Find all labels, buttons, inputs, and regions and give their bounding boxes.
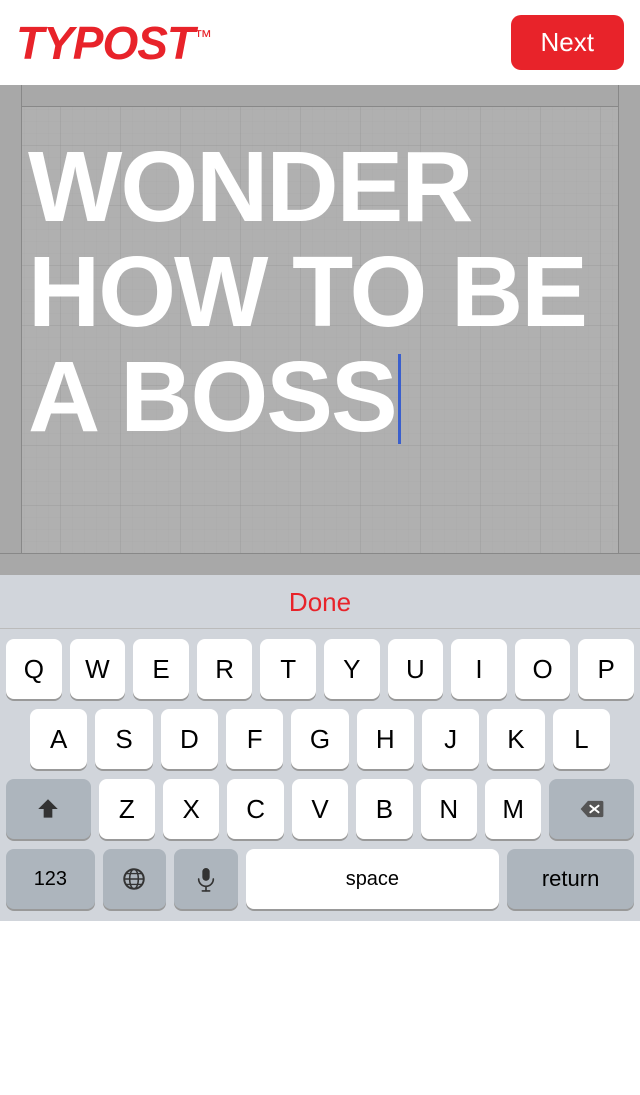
editor-text[interactable]: WONDER HOW TO BE A BOSS — [28, 135, 612, 450]
key-i[interactable]: I — [451, 639, 507, 699]
app-logo: TYPOST™ — [16, 16, 211, 70]
shift-icon — [35, 796, 61, 822]
key-shift[interactable] — [6, 779, 91, 839]
keyboard-row-4: 123 space return — [0, 849, 640, 909]
logo-tm: ™ — [194, 26, 211, 46]
keyboard-row-1: Q W E R T Y U I O P — [0, 639, 640, 699]
key-c[interactable]: C — [227, 779, 283, 839]
ruler-right — [618, 85, 640, 575]
key-s[interactable]: S — [95, 709, 152, 769]
keyboard-row-3: Z X C V B N M — [0, 779, 640, 839]
key-o[interactable]: O — [515, 639, 571, 699]
key-delete[interactable] — [549, 779, 634, 839]
text-line-2: HOW TO BE — [28, 240, 612, 345]
key-y[interactable]: Y — [324, 639, 380, 699]
text-line-3-content: A BOSS — [28, 341, 396, 453]
next-button[interactable]: Next — [511, 15, 624, 70]
text-line-1: WONDER — [28, 135, 612, 240]
key-h[interactable]: H — [357, 709, 414, 769]
done-button[interactable]: Done — [289, 587, 351, 618]
key-m[interactable]: M — [485, 779, 541, 839]
key-z[interactable]: Z — [99, 779, 155, 839]
key-a[interactable]: A — [30, 709, 87, 769]
keyboard-row-2: A S D F G H J K L — [0, 709, 640, 769]
key-q[interactable]: Q — [6, 639, 62, 699]
key-f[interactable]: F — [226, 709, 283, 769]
key-v[interactable]: V — [292, 779, 348, 839]
logo-text: TYPOST™ — [16, 17, 211, 69]
key-numbers[interactable]: 123 — [6, 849, 95, 909]
ruler-left — [0, 85, 22, 575]
key-t[interactable]: T — [260, 639, 316, 699]
key-g[interactable]: G — [291, 709, 348, 769]
done-bar: Done — [0, 575, 640, 629]
key-return[interactable]: return — [507, 849, 634, 909]
key-p[interactable]: P — [578, 639, 634, 699]
logo-name: TYPOST — [16, 17, 194, 69]
mic-icon — [195, 866, 217, 892]
key-d[interactable]: D — [161, 709, 218, 769]
ruler-bottom — [0, 553, 640, 575]
key-w[interactable]: W — [70, 639, 126, 699]
key-space[interactable]: space — [246, 849, 500, 909]
app-header: TYPOST™ Next — [0, 0, 640, 85]
key-n[interactable]: N — [421, 779, 477, 839]
key-u[interactable]: U — [388, 639, 444, 699]
key-j[interactable]: J — [422, 709, 479, 769]
key-e[interactable]: E — [133, 639, 189, 699]
keyboard-area: Done Q W E R T Y U I O P A S D F G H J K… — [0, 575, 640, 921]
globe-icon — [121, 866, 147, 892]
ruler-top — [0, 85, 640, 107]
key-k[interactable]: K — [487, 709, 544, 769]
key-mic[interactable] — [174, 849, 237, 909]
text-line-3: A BOSS — [28, 345, 612, 450]
text-cursor — [398, 354, 401, 444]
key-r[interactable]: R — [197, 639, 253, 699]
key-l[interactable]: L — [553, 709, 610, 769]
key-b[interactable]: B — [356, 779, 412, 839]
delete-icon — [579, 799, 605, 819]
key-x[interactable]: X — [163, 779, 219, 839]
editor-canvas[interactable]: WONDER HOW TO BE A BOSS — [0, 85, 640, 575]
key-globe[interactable] — [103, 849, 166, 909]
